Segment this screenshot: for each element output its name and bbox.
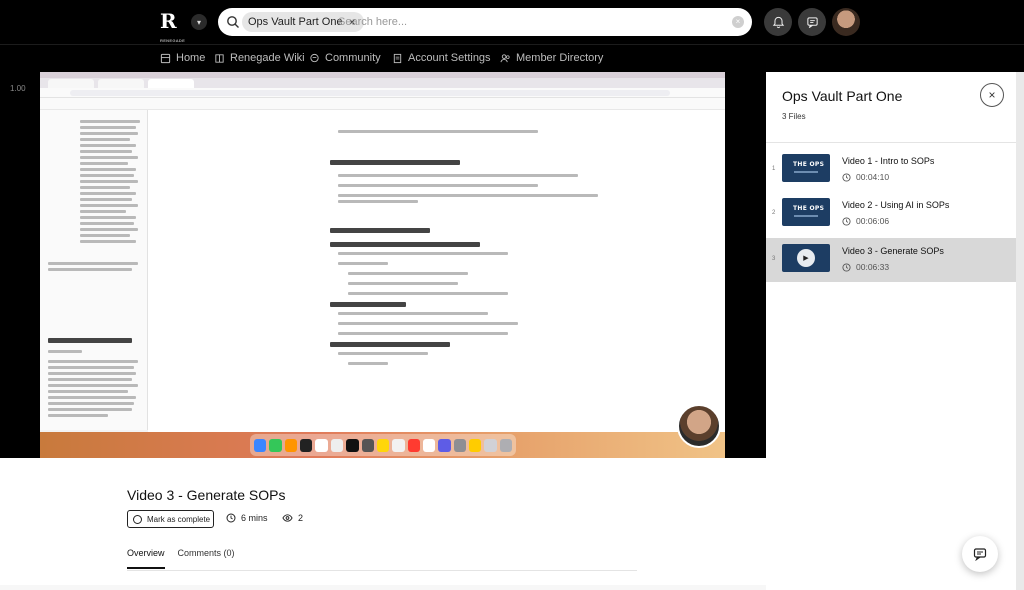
home-icon: [160, 53, 171, 63]
lesson-views: 2: [282, 513, 303, 523]
page-footer-strip: [0, 585, 766, 590]
nav-label: Account Settings: [408, 52, 491, 64]
playback-speed[interactable]: 1.00: [10, 84, 26, 93]
nav-item-member-directory[interactable]: Member Directory: [500, 52, 603, 64]
message-icon: [806, 16, 818, 28]
item-index: 3: [772, 256, 776, 262]
video-frame-bookmarks: [40, 98, 725, 110]
eye-icon: [282, 514, 293, 522]
item-duration: 00:06:33: [842, 262, 889, 272]
playlist-item[interactable]: 2 THE OPS Video 2 - Using AI in SOPs 00:…: [766, 192, 1016, 236]
nav-label: Community: [325, 52, 381, 64]
avatar[interactable]: [832, 8, 860, 36]
duration-text: 00:06:33: [856, 262, 890, 272]
chevron-down-icon[interactable]: ▾: [191, 14, 207, 30]
mark-complete-button[interactable]: Mark as complete: [127, 510, 214, 528]
video-frame-tabs: [40, 78, 725, 88]
play-icon: ▶: [797, 249, 815, 267]
close-panel-button[interactable]: ×: [980, 83, 1004, 107]
logo[interactable]: R RENEGADE: [160, 10, 185, 43]
nav-item-community[interactable]: Community: [309, 52, 381, 64]
duration-text: 00:04:10: [856, 172, 890, 182]
top-bar: R RENEGADE ▾ Ops Vault Part One × ×: [0, 0, 1024, 44]
lesson-title: Video 3 - Generate SOPs: [127, 487, 286, 503]
playlist-item-active[interactable]: 3 ▶ Video 3 - Generate SOPs 00:06:33: [766, 238, 1016, 282]
divider: [766, 142, 1016, 143]
chat-icon: [310, 53, 319, 62]
nav-item-account-settings[interactable]: Account Settings: [392, 52, 491, 64]
video-frame-dock: [250, 434, 516, 456]
message-icon: [973, 548, 987, 561]
clock-icon: [842, 262, 851, 272]
item-duration: 00:06:06: [842, 216, 889, 226]
clear-search-icon[interactable]: ×: [732, 16, 744, 28]
scrollbar-track[interactable]: [1016, 72, 1024, 590]
video-frame-urlbar: [40, 88, 725, 98]
nav-label: Member Directory: [516, 52, 604, 64]
item-index: 2: [772, 210, 776, 216]
checkbox-circle-icon: [133, 514, 142, 524]
clock-icon: [226, 513, 236, 523]
duration-text: 6 mins: [241, 513, 268, 523]
thumbnail-text: THE OPS: [793, 205, 825, 212]
thumbnail-text: THE OPS: [793, 161, 825, 168]
lesson-duration: 6 mins: [226, 513, 268, 523]
lesson-tabs: Overview Comments (0): [127, 548, 235, 569]
panel-title: Ops Vault Part One: [782, 88, 903, 104]
views-count: 2: [298, 513, 304, 523]
document-icon: [393, 53, 402, 63]
search-scope-label: Ops Vault Part One: [248, 16, 343, 28]
clock-icon: [842, 172, 851, 182]
bell-icon: [772, 16, 784, 28]
video-frame-document: [148, 110, 725, 436]
nav-label: Renegade Wiki: [230, 52, 305, 64]
video-player[interactable]: [40, 72, 725, 458]
player-gutter: [0, 72, 40, 458]
video-frame-chat-pane: [40, 110, 148, 430]
users-icon: [500, 53, 510, 62]
book-icon: [215, 53, 224, 63]
item-index: 1: [772, 166, 776, 172]
close-icon: ×: [988, 88, 996, 102]
clock-icon: [842, 216, 851, 226]
video-thumbnail: THE OPS: [782, 198, 830, 226]
video-thumbnail: ▶: [782, 244, 830, 272]
playlist-panel: Ops Vault Part One 3 Files × 1 THE OPS V…: [766, 72, 1016, 590]
playlist-item[interactable]: 1 THE OPS Video 1 - Intro to SOPs 00:04:…: [766, 148, 1016, 192]
search-input[interactable]: [338, 12, 718, 32]
divider: [127, 570, 637, 571]
nav-item-renegade-wiki[interactable]: Renegade Wiki: [214, 52, 305, 64]
item-title: Video 3 - Generate SOPs: [842, 246, 944, 256]
search-icon: [227, 16, 239, 28]
notifications-button[interactable]: [764, 8, 792, 36]
nav-item-home[interactable]: Home: [160, 52, 205, 64]
mark-complete-label: Mark as complete: [147, 514, 211, 524]
messages-button[interactable]: [798, 8, 826, 36]
video-thumbnail: THE OPS: [782, 154, 830, 182]
item-duration: 00:04:10: [842, 172, 889, 182]
main-nav: Home Renegade Wiki Community Account Set…: [0, 44, 1024, 72]
item-title: Video 1 - Intro to SOPs: [842, 156, 935, 166]
search-bar[interactable]: Ops Vault Part One × ×: [218, 8, 752, 36]
duration-text: 00:06:06: [856, 216, 890, 226]
item-title: Video 2 - Using AI in SOPs: [842, 200, 950, 210]
nav-label: Home: [176, 52, 206, 64]
file-count: 3 Files: [782, 112, 806, 121]
chat-button[interactable]: [962, 536, 998, 572]
lesson-details: Video 3 - Generate SOPs Mark as complete…: [0, 458, 766, 590]
tab-comments[interactable]: Comments (0): [178, 548, 235, 569]
tab-overview[interactable]: Overview: [127, 548, 165, 569]
presenter-webcam: [677, 404, 721, 448]
